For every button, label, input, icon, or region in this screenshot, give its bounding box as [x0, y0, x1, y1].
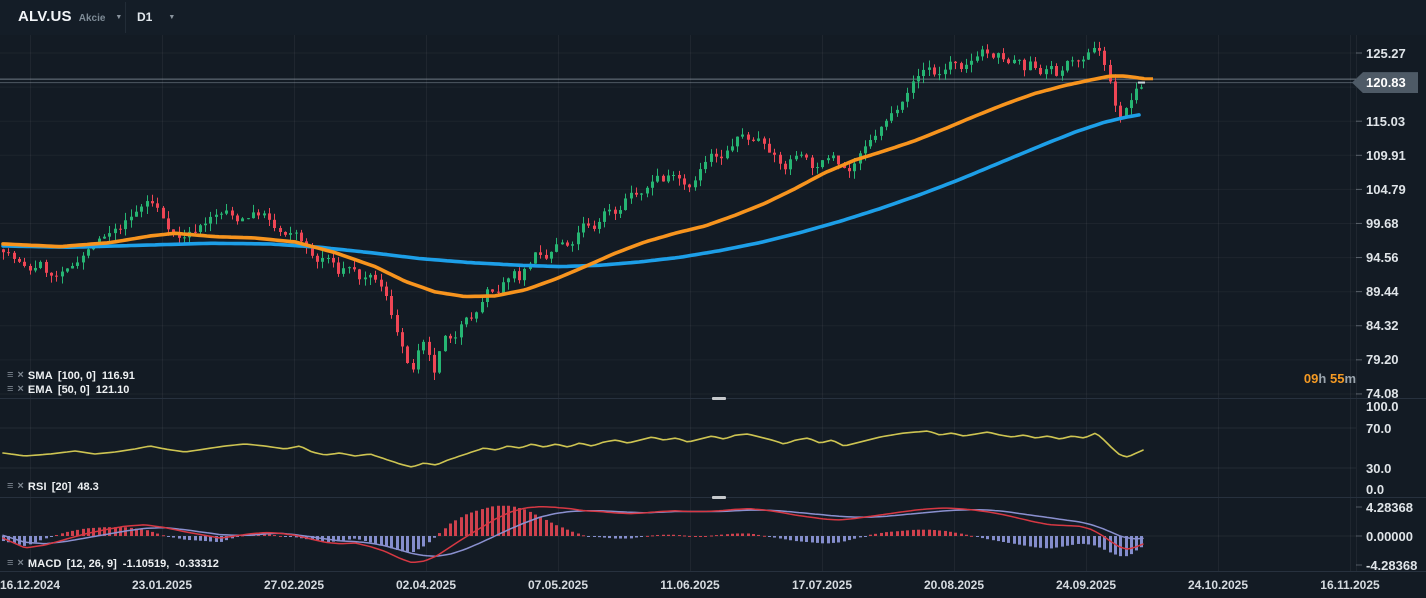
price-axis-label: 109.91: [1366, 149, 1406, 162]
countdown-hours: 09: [1304, 371, 1318, 386]
indicator-legend-ema: ≡ × EMA [50, 0] 121.10: [7, 383, 129, 396]
symbol-name: ALV.US: [18, 8, 72, 25]
price-axis-label: 79.20: [1366, 353, 1399, 366]
rsi-axis-label: 0.0: [1366, 483, 1384, 496]
indicator-value: 48.3: [77, 481, 98, 493]
date-axis-label: 23.01.2025: [132, 578, 192, 592]
date-axis-label: 24.09.2025: [1056, 578, 1116, 592]
panel-resize-handle-rsi[interactable]: [712, 397, 726, 400]
indicator-params: [20]: [52, 481, 72, 493]
panel-resize-handle-macd[interactable]: [712, 496, 726, 499]
time-axis-divider: [0, 571, 1426, 572]
price-axis-label: 89.44: [1366, 285, 1399, 298]
indicator-legend-macd: ≡ × MACD [12, 26, 9] -1.10519, -0.33312: [7, 557, 219, 570]
indicator-name: MACD: [28, 558, 62, 570]
price-axis-label: 99.68: [1366, 217, 1399, 230]
timeframe-label: D1: [137, 10, 152, 24]
indicator-remove-icon[interactable]: ×: [17, 558, 23, 569]
indicator-settings-icon[interactable]: ≡: [7, 384, 13, 395]
macd-axis-label: -4.28368: [1366, 559, 1417, 572]
indicator-value: -1.10519, -0.33312: [123, 558, 219, 570]
date-axis-label: 02.04.2025: [396, 578, 456, 592]
date-axis-label: 24.10.2025: [1188, 578, 1248, 592]
candle-countdown-timer: 09h 55m: [1270, 371, 1356, 386]
indicator-name: SMA: [28, 370, 53, 382]
chevron-down-icon: ▼: [168, 14, 175, 21]
trading-platform-chart: ALV.US Akcie ▼ D1 ▼ ≡ × SMA [100, 0] 116…: [0, 0, 1426, 598]
date-axis-label: 27.02.2025: [264, 578, 324, 592]
price-axis-label: 94.56: [1366, 251, 1399, 264]
chart-header: ALV.US Akcie ▼ D1 ▼: [0, 0, 1426, 35]
date-axis-label: 16.11.2025: [1320, 578, 1379, 592]
indicator-params: [50, 0]: [58, 384, 90, 396]
countdown-minutes-unit: m: [1344, 371, 1356, 386]
date-axis-label: 17.07.2025: [792, 578, 852, 592]
date-axis-label: 16.12.2024: [0, 578, 60, 592]
rsi-axis-label: 100.0: [1366, 400, 1399, 413]
indicator-remove-icon[interactable]: ×: [17, 384, 23, 395]
chart-canvas[interactable]: [0, 0, 1426, 598]
macd-axis-label: 4.28368: [1366, 501, 1413, 514]
indicator-settings-icon[interactable]: ≡: [7, 558, 13, 569]
date-axis-label: 07.05.2025: [528, 578, 588, 592]
indicator-name: RSI: [28, 481, 47, 493]
countdown-hours-unit: h: [1318, 371, 1326, 386]
current-price-value: 120.83: [1366, 75, 1406, 90]
indicator-remove-icon[interactable]: ×: [17, 370, 23, 381]
date-axis-label: 20.08.2025: [924, 578, 984, 592]
macd-axis-label: 0.00000: [1366, 530, 1413, 543]
indicator-params: [12, 26, 9]: [67, 558, 117, 570]
header-divider: [125, 2, 126, 33]
price-axis-label: 125.27: [1366, 47, 1406, 60]
price-axis-label: 104.79: [1366, 183, 1406, 196]
indicator-legend-sma: ≡ × SMA [100, 0] 116.91: [7, 369, 135, 382]
rsi-axis-label: 70.0: [1366, 422, 1391, 435]
chevron-down-icon: ▼: [115, 14, 122, 21]
timeframe-selector[interactable]: D1 ▼: [137, 10, 175, 24]
current-price-badge: 120.83: [1352, 72, 1418, 93]
indicator-remove-icon[interactable]: ×: [17, 481, 23, 492]
indicator-value: 116.91: [102, 370, 135, 382]
countdown-minutes: 55: [1330, 371, 1344, 386]
rsi-axis-label: 30.0: [1366, 462, 1391, 475]
price-axis-label: 115.03: [1366, 115, 1405, 128]
date-axis-label: 11.06.2025: [660, 578, 719, 592]
indicator-name: EMA: [28, 384, 53, 396]
indicator-settings-icon[interactable]: ≡: [7, 370, 13, 381]
indicator-settings-icon[interactable]: ≡: [7, 481, 13, 492]
indicator-legend-rsi: ≡ × RSI [20] 48.3: [7, 480, 99, 493]
indicator-params: [100, 0]: [58, 370, 96, 382]
indicator-value: 121.10: [96, 384, 130, 396]
symbol-selector[interactable]: ALV.US Akcie ▼: [18, 8, 122, 25]
instrument-type-label: Akcie: [79, 13, 106, 24]
price-axis-label: 84.32: [1366, 319, 1399, 332]
